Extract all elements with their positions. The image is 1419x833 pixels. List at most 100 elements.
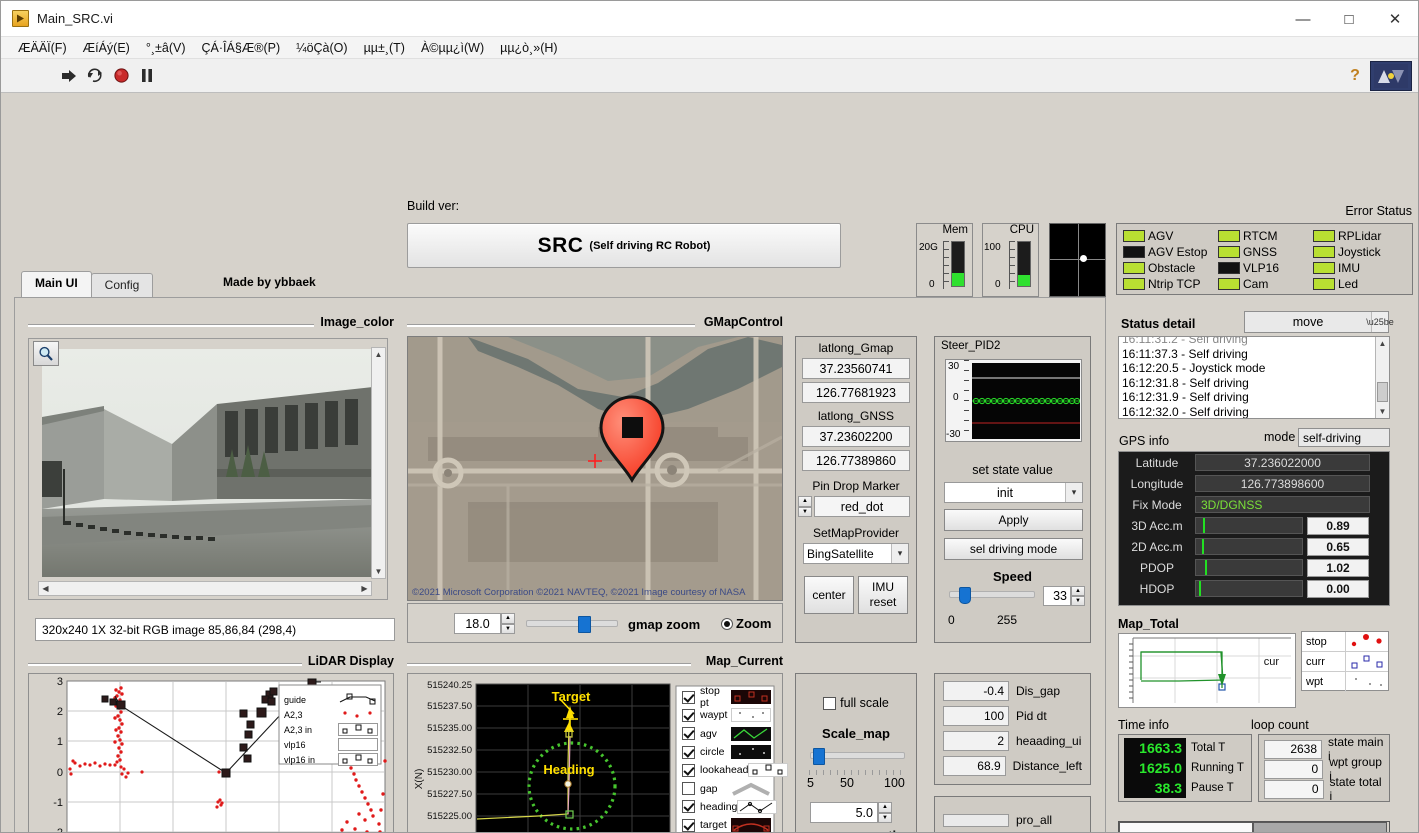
spin-down-icon[interactable]: ▼	[878, 812, 892, 823]
full-scale-checkbox[interactable]	[823, 696, 837, 710]
menu-file[interactable]: ÆÄÄÏ(F)	[10, 39, 75, 57]
legend-row[interactable]: curr	[1302, 652, 1388, 672]
speed-value[interactable]: 33	[1043, 586, 1071, 606]
legend-row[interactable]: wpt	[1302, 672, 1388, 692]
status-detail-entry[interactable]: 16:12:31.9 - Self driving	[1119, 390, 1389, 405]
spin-up-icon[interactable]: ▲	[501, 613, 515, 624]
tab-main-ui[interactable]: Main UI	[21, 271, 92, 297]
image-vertical-scrollbar[interactable]: ▲ ▼	[371, 347, 386, 579]
menu-tools[interactable]: µµ±¸(T)	[356, 39, 413, 57]
legend-row[interactable]: gap	[676, 779, 774, 797]
imu-reset-button[interactable]: IMU reset	[858, 576, 908, 614]
chevron-down-icon[interactable]: ▾	[1065, 483, 1082, 502]
legend-checkbox[interactable]	[682, 690, 695, 704]
legend-checkbox[interactable]	[682, 708, 695, 722]
camera-image[interactable]	[42, 349, 373, 577]
legend-row[interactable]: circle	[676, 743, 774, 761]
legend-checkbox[interactable]	[682, 818, 695, 832]
pause-icon[interactable]	[134, 63, 160, 89]
scroll-down-icon[interactable]: ▼	[1376, 405, 1389, 418]
apply-button[interactable]: Apply	[944, 509, 1083, 531]
menu-view[interactable]: °¸±â(V)	[138, 39, 194, 57]
menu-operate[interactable]: ¼öÇà(O)	[288, 39, 355, 57]
checking-button[interactable]: Checking	[1119, 822, 1253, 832]
scale-map-value[interactable]: 5.0	[810, 802, 878, 823]
scroll-up-icon[interactable]: ▲	[1376, 337, 1389, 350]
spin-down-icon[interactable]: ▼	[1071, 596, 1085, 606]
legend-checkbox[interactable]	[682, 782, 695, 796]
magnifier-icon[interactable]	[33, 341, 59, 366]
scroll-left-icon[interactable]: ◀	[39, 582, 52, 595]
status-detail-list[interactable]: 16:11:31.2 - Self driving 16:11:37.3 - Se…	[1118, 336, 1390, 419]
full-scale-control[interactable]: full scale	[796, 696, 916, 710]
legend-row[interactable]: stop	[1302, 632, 1388, 652]
spin-down-icon[interactable]: ▼	[798, 506, 812, 517]
status-detail-scrollbar[interactable]: ▲ ▼	[1375, 337, 1389, 418]
legend-row[interactable]: guide	[279, 692, 381, 707]
menu-help[interactable]: µµ¿ò¸»(H)	[492, 39, 565, 57]
scroll-right-icon[interactable]: ▶	[358, 582, 371, 595]
scroll-thumb[interactable]	[1377, 382, 1388, 402]
legend-checkbox[interactable]	[682, 800, 695, 814]
scale-map-slider-thumb[interactable]	[813, 748, 826, 765]
pin-marker-spinner[interactable]: ▲ ▼	[798, 496, 812, 517]
run-arrow-icon[interactable]	[56, 63, 82, 89]
set-map-provider-combo[interactable]: BingSatellite ▾	[803, 543, 909, 564]
close-window-button[interactable]: ✕	[1372, 1, 1418, 37]
status-detail-entry[interactable]: 16:12:20.5 - Joystick mode	[1119, 361, 1389, 376]
legend-row[interactable]: target	[676, 816, 774, 832]
minimize-button[interactable]: —	[1280, 1, 1326, 37]
legend-row[interactable]: vlp16	[279, 737, 381, 752]
menu-project[interactable]: ÇÁ·ÎÁ§Æ®(P)	[193, 39, 288, 57]
sel-driving-mode-button[interactable]: sel driving mode	[944, 538, 1083, 560]
legend-checkbox[interactable]	[682, 763, 695, 777]
scale-map-spinner[interactable]: ▲ ▼	[878, 802, 892, 823]
gmap-zoom-spinner[interactable]: ▲ ▼	[501, 613, 515, 634]
gmap-zoom-radio[interactable]: Zoom	[721, 616, 771, 631]
stop-button[interactable]: Stop	[1253, 822, 1387, 832]
abort-icon[interactable]	[108, 63, 134, 89]
spin-up-icon[interactable]: ▲	[798, 496, 812, 507]
set-state-value-combo[interactable]: init ▾	[944, 482, 1083, 503]
gmap-zoom-slider[interactable]	[526, 616, 618, 633]
menu-window[interactable]: À©µµ¿ì(W)	[413, 39, 492, 57]
scale-map-slider[interactable]	[810, 748, 905, 765]
speed-spinner[interactable]: ▲ ▼	[1071, 586, 1085, 606]
src-title-button[interactable]: SRC (Self driving RC Robot)	[407, 223, 841, 268]
spin-down-icon[interactable]: ▼	[501, 623, 515, 634]
status-detail-entry[interactable]: 16:11:31.2 - Self driving	[1119, 337, 1389, 347]
gmap-view[interactable]: ©2021 Microsoft Corporation ©2021 NAVTEQ…	[407, 336, 783, 601]
scroll-up-icon[interactable]: ▲	[372, 348, 385, 361]
maximize-button[interactable]: □	[1326, 1, 1372, 37]
gmap-zoom-value[interactable]: 18.0	[454, 613, 501, 634]
center-button[interactable]: center	[804, 576, 854, 614]
menu-edit[interactable]: ÆíÁý(E)	[75, 39, 138, 57]
legend-checkbox[interactable]	[682, 727, 695, 741]
scroll-down-icon[interactable]: ▼	[372, 565, 385, 578]
labview-logo-icon[interactable]	[1370, 61, 1412, 91]
legend-row[interactable]: lookahead	[676, 761, 789, 779]
legend-row[interactable]: vlp16 in	[279, 752, 381, 767]
legend-row[interactable]: waypt	[676, 706, 774, 724]
tab-config[interactable]: Config	[90, 273, 154, 297]
spin-up-icon[interactable]: ▲	[878, 802, 892, 813]
radio-icon[interactable]	[721, 617, 733, 630]
legend-row[interactable]: A2,3 in	[279, 722, 381, 737]
pin-drop-marker-value[interactable]: red_dot	[814, 496, 910, 517]
spin-up-icon[interactable]: ▲	[1071, 586, 1085, 596]
status-detail-mode-combo[interactable]: move \u25be	[1244, 311, 1394, 333]
gmap-zoom-slider-thumb[interactable]	[578, 616, 592, 633]
legend-row[interactable]: A2,3	[279, 707, 381, 722]
status-detail-entry[interactable]: 16:11:37.3 - Self driving	[1119, 347, 1389, 362]
speed-slider[interactable]	[949, 587, 1035, 604]
help-icon[interactable]: ?	[1344, 65, 1366, 87]
status-detail-entry[interactable]: 16:12:32.0 - Self driving	[1119, 405, 1389, 419]
chevron-down-icon[interactable]: \u25be	[1366, 312, 1394, 332]
legend-row[interactable]: agv	[676, 725, 774, 743]
legend-checkbox[interactable]	[682, 745, 695, 759]
speed-slider-thumb[interactable]	[958, 587, 971, 604]
image-horizontal-scrollbar[interactable]: ◀ ▶	[38, 581, 372, 596]
legend-row[interactable]: stop pt	[676, 685, 774, 709]
run-continuous-icon[interactable]	[82, 63, 108, 89]
legend-row[interactable]: heading	[676, 798, 778, 816]
